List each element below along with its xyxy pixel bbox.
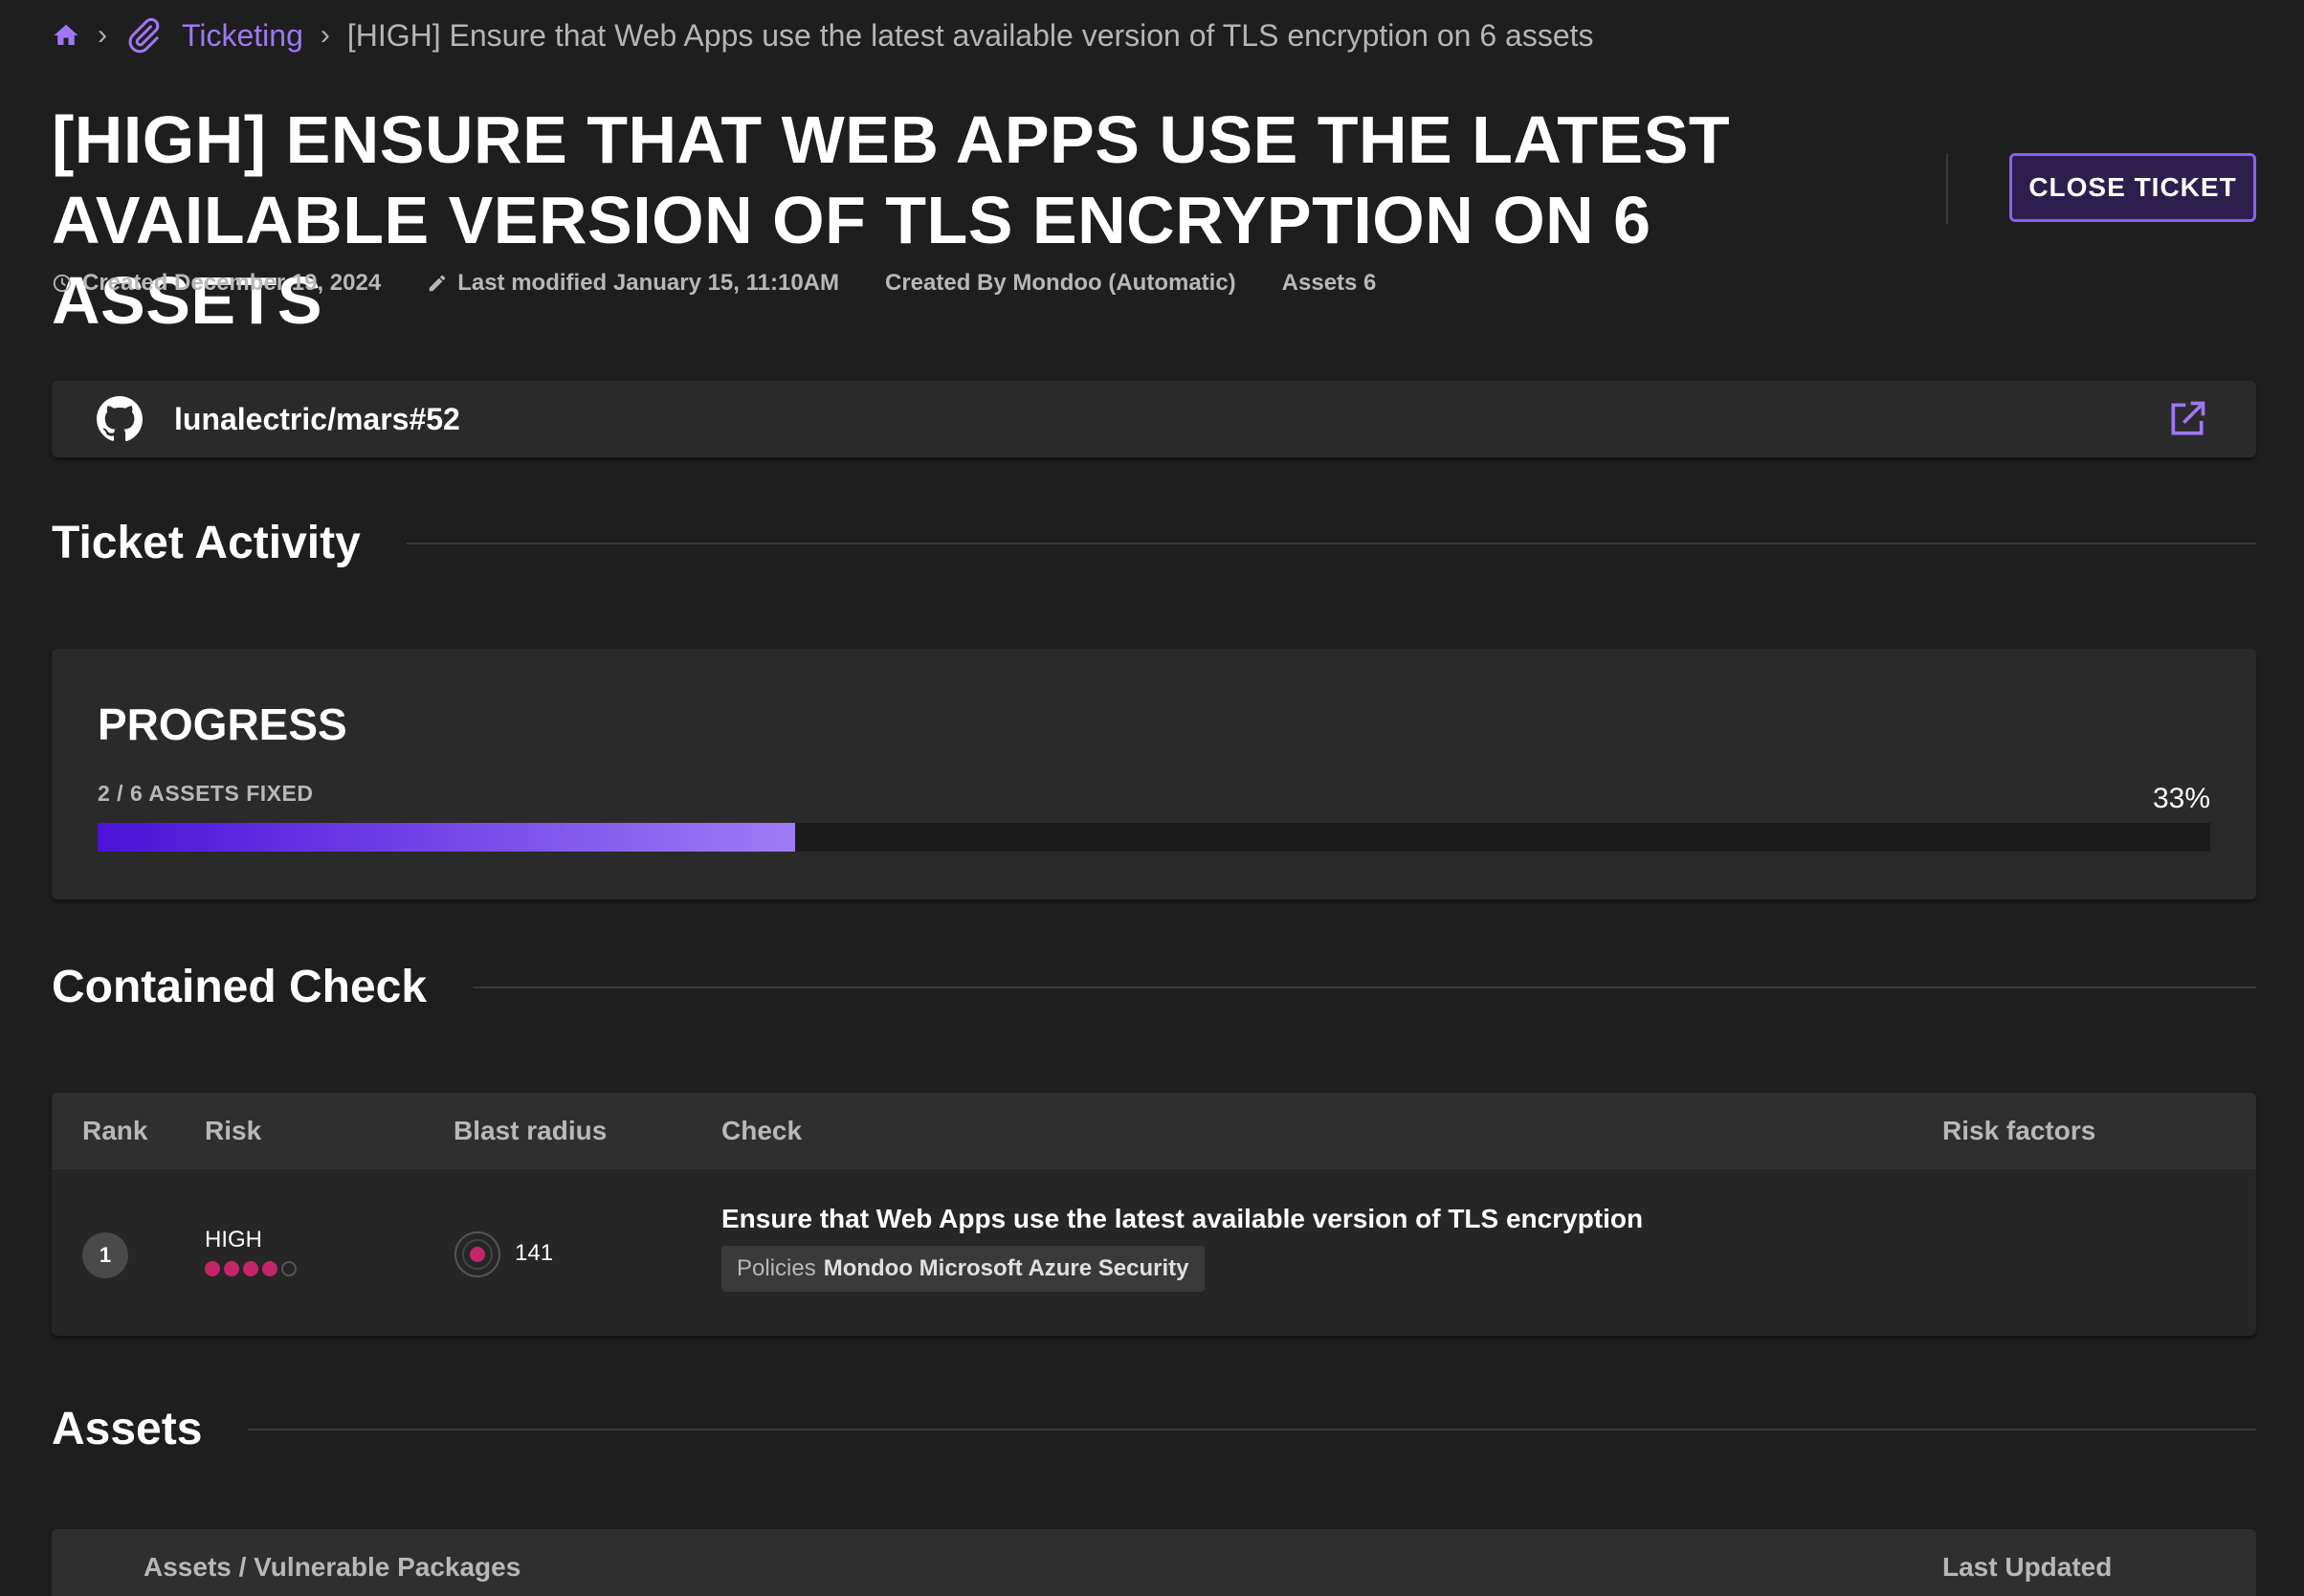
rank-badge: 1 — [82, 1232, 128, 1278]
risk-rating — [205, 1261, 297, 1276]
progress-bar-fill — [98, 823, 795, 852]
column-header-check[interactable]: Check — [721, 1116, 802, 1146]
section-divider — [248, 1428, 2256, 1430]
breadcrumb-label-ticketing: Ticketing — [182, 17, 303, 53]
risk-dot-filled — [224, 1261, 239, 1276]
contained-check-section: Contained Check — [52, 961, 2256, 1013]
section-divider — [406, 542, 2256, 544]
github-issue-card[interactable]: lunalectric/mars#52 — [52, 381, 2256, 457]
column-header-risk[interactable]: Risk — [205, 1116, 261, 1146]
blast-radius-icon — [454, 1230, 501, 1278]
column-header-assets[interactable]: Assets / Vulnerable Packages — [144, 1552, 521, 1583]
progress-bar — [98, 823, 2210, 852]
github-icon — [96, 395, 144, 443]
risk-label: HIGH — [205, 1227, 262, 1252]
policy-chip[interactable]: Policies Mondoo Microsoft Azure Security — [721, 1246, 1205, 1292]
policy-name: Mondoo Microsoft Azure Security — [823, 1255, 1189, 1281]
header-divider — [1946, 153, 1948, 224]
paperclip-icon — [124, 16, 163, 55]
policy-prefix: Policies — [737, 1255, 816, 1281]
ticket-meta: Created December 19, 2024 Last modified … — [52, 266, 1422, 300]
table-row[interactable]: 1 HIGH 141 Ensure that Web Apps use the … — [52, 1169, 2256, 1336]
progress-percent: 33% — [2152, 783, 2210, 814]
check-title[interactable]: Ensure that Web Apps use the latest avai… — [721, 1204, 1643, 1234]
contained-check-heading: Contained Check — [52, 962, 428, 1012]
close-ticket-button[interactable]: CLOSE TICKET — [2009, 153, 2256, 222]
page-title: [HIGH] Ensure that Web Apps use the late… — [52, 102, 1731, 338]
assets-table-header: Assets / Vulnerable Packages Last Update… — [52, 1529, 2256, 1596]
pencil-icon — [427, 273, 448, 294]
progress-subtitle: 2 / 6 ASSETS FIXED — [98, 781, 314, 806]
assets-heading: Assets — [52, 1404, 203, 1454]
meta-assets: Assets 6 — [1281, 270, 1377, 296]
column-header-blast-radius[interactable]: Blast radius — [454, 1116, 607, 1146]
breadcrumb-separator-icon: › — [320, 19, 330, 51]
risk-dot-filled — [205, 1261, 220, 1276]
column-header-rank[interactable]: Rank — [82, 1116, 147, 1146]
check-table: Rank Risk Blast radius Check Risk factor… — [52, 1093, 2256, 1336]
meta-modified-text: Last modified January 15, 11:10AM — [457, 270, 839, 296]
risk-dot-filled — [243, 1261, 258, 1276]
risk-dot-filled — [262, 1261, 277, 1276]
breadcrumb-current: [HIGH] Ensure that Web Apps use the late… — [346, 17, 1594, 53]
blast-radius-value: 141 — [515, 1240, 554, 1266]
clock-icon — [52, 273, 73, 294]
breadcrumb-separator-icon: › — [98, 19, 107, 51]
column-header-risk-factors[interactable]: Risk factors — [1942, 1116, 2095, 1146]
check-table-header: Rank Risk Blast radius Check Risk factor… — [52, 1093, 2256, 1169]
meta-created: Created December 19, 2024 — [52, 270, 381, 297]
progress-card: PROGRESS 2 / 6 ASSETS FIXED 33% — [52, 649, 2256, 899]
github-issue-link[interactable]: lunalectric/mars#52 — [174, 402, 460, 437]
column-header-last-updated[interactable]: Last Updated — [1942, 1552, 2112, 1583]
ticket-activity-heading: Ticket Activity — [52, 518, 361, 568]
meta-created-by: Created By Mondoo (Automatic) — [885, 270, 1236, 296]
section-divider — [473, 986, 2256, 988]
home-icon[interactable] — [52, 21, 80, 50]
breadcrumb-link-ticketing[interactable]: Ticketing — [124, 16, 303, 55]
breadcrumb: › Ticketing › [HIGH] Ensure that Web App… — [52, 15, 1594, 55]
meta-created-text: Created December 19, 2024 — [82, 270, 382, 296]
external-link-icon[interactable] — [2166, 398, 2208, 440]
ticket-activity-section: Ticket Activity — [52, 517, 2256, 569]
progress-title: PROGRESS — [98, 699, 347, 749]
meta-modified: Last modified January 15, 11:10AM — [427, 270, 839, 297]
assets-section: Assets — [52, 1403, 2256, 1455]
risk-dot-empty — [281, 1261, 297, 1276]
